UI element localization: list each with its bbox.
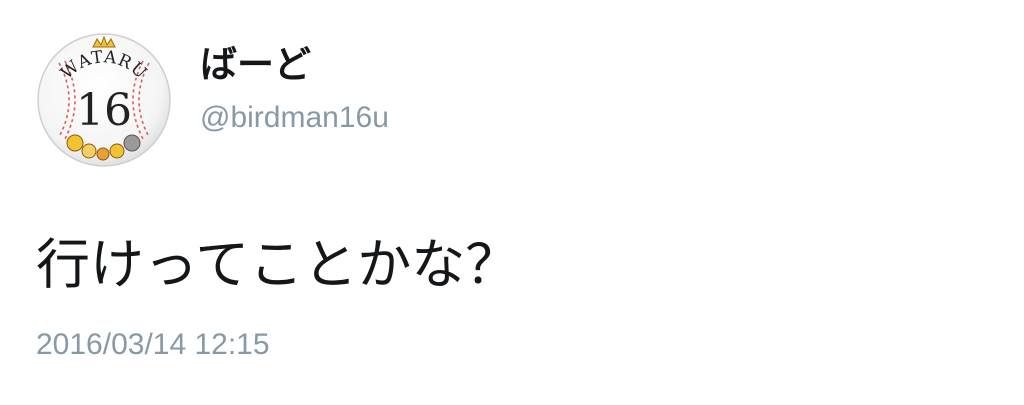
display-name[interactable]: ばーど [200,46,311,83]
avatar-number: 16 [76,85,132,136]
timestamp[interactable]: 2016/03/14 12:15 [36,330,270,360]
tweet-card: WATARU 16 ばーど @birdman16u 行けってことかな？ 2016… [0,0,1024,405]
user-handle[interactable]: @birdman16u [200,103,389,133]
baseball-badge-icon: WATARU 16 [37,33,171,167]
avatar[interactable]: WATARU 16 [37,33,171,167]
tweet-text: 行けってことかな？ [36,233,520,296]
